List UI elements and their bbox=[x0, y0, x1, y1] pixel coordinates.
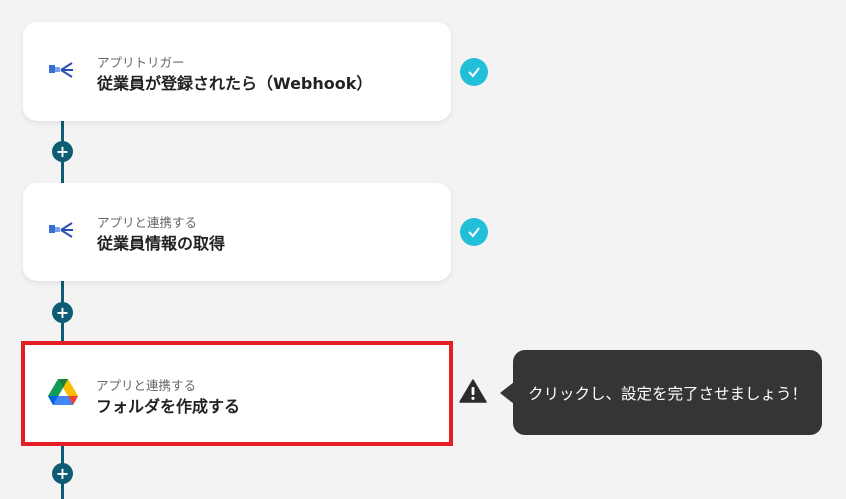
check-icon bbox=[460, 58, 488, 86]
add-step-button[interactable]: + bbox=[52, 302, 73, 323]
add-step-button[interactable]: + bbox=[52, 463, 73, 484]
add-step-button[interactable]: + bbox=[52, 141, 73, 162]
flow-step-trigger[interactable]: アプリトリガー 従業員が登録されたら（Webhook） bbox=[23, 22, 451, 121]
flow-step-create-folder[interactable]: アプリと連携する フォルダを作成する bbox=[21, 341, 453, 446]
hr-app-icon bbox=[47, 59, 75, 85]
warning-icon bbox=[459, 378, 487, 408]
step-category: アプリと連携する bbox=[96, 378, 197, 393]
hr-app-icon bbox=[47, 219, 75, 245]
step-title: 従業員情報の取得 bbox=[97, 234, 226, 253]
tooltip-arrow bbox=[500, 382, 514, 404]
step-category: アプリトリガー bbox=[97, 55, 185, 70]
check-icon bbox=[460, 218, 488, 246]
setup-tooltip: クリックし、設定を完了させましょう！ bbox=[513, 350, 822, 435]
google-drive-icon bbox=[47, 378, 79, 410]
step-category: アプリと連携する bbox=[97, 215, 198, 230]
tooltip-text: クリックし、設定を完了させましょう！ bbox=[527, 384, 807, 403]
flow-step-get-employee[interactable]: アプリと連携する 従業員情報の取得 bbox=[23, 183, 451, 281]
step-title: フォルダを作成する bbox=[96, 397, 241, 416]
step-title: 従業員が登録されたら（Webhook） bbox=[97, 74, 373, 93]
